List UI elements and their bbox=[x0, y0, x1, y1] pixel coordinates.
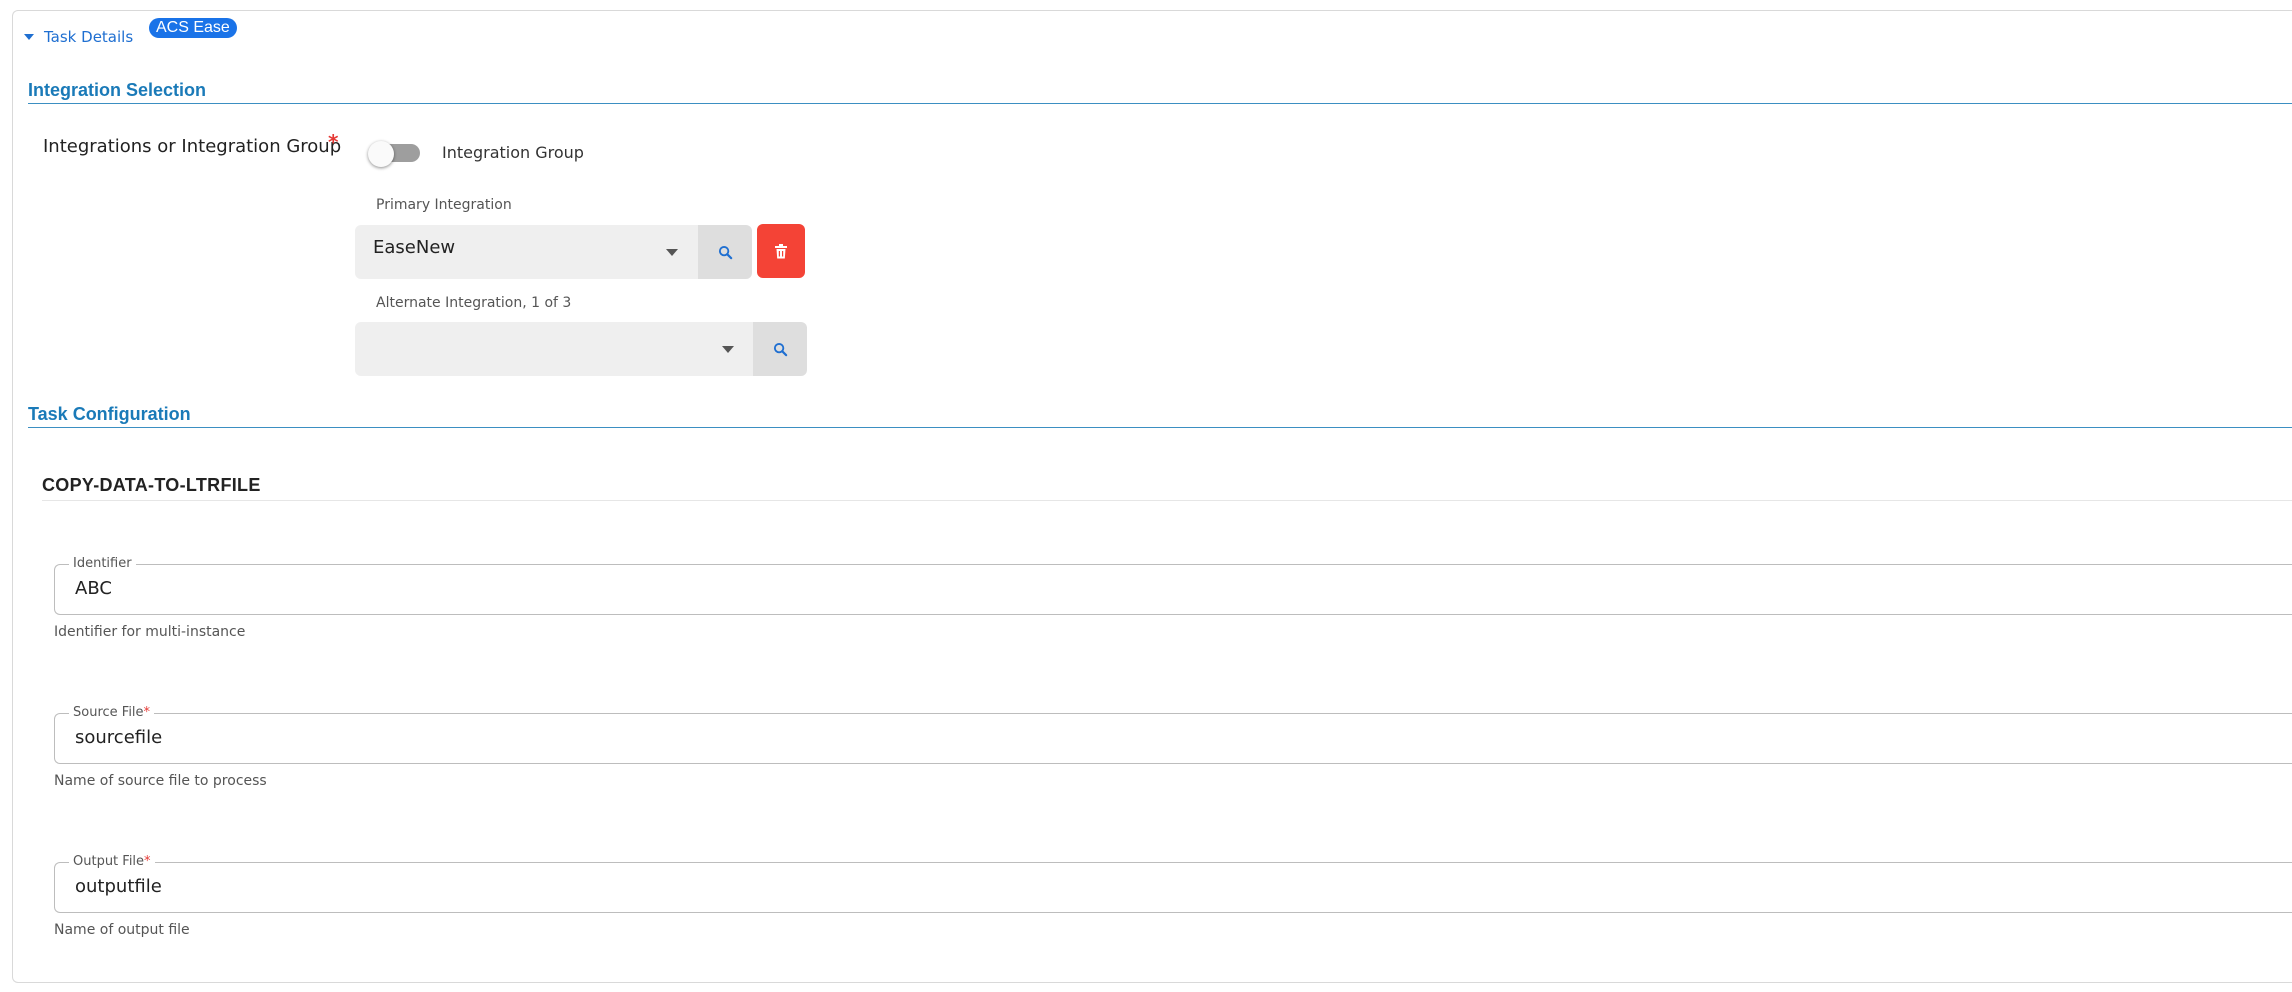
source-file-input[interactable]: sourcefile bbox=[75, 727, 162, 748]
search-icon bbox=[773, 342, 787, 356]
task-details-toggle[interactable]: Task Details bbox=[24, 28, 133, 46]
search-icon bbox=[718, 245, 732, 259]
alternate-integration-search-button[interactable] bbox=[753, 322, 807, 376]
delete-primary-integration-button[interactable] bbox=[757, 224, 805, 278]
task-details-title: Task Details bbox=[44, 28, 134, 46]
chevron-down-icon bbox=[722, 346, 734, 353]
caret-down-icon bbox=[24, 34, 34, 40]
alternate-integration-label: Alternate Integration, 1 of 3 bbox=[376, 295, 572, 311]
primary-integration-select[interactable]: EaseNew bbox=[355, 225, 699, 279]
identifier-helper-text: Identifier for multi-instance bbox=[54, 624, 246, 640]
integration-group-toggle[interactable] bbox=[368, 141, 424, 167]
integrations-field-label: Integrations or Integration Group bbox=[43, 136, 342, 157]
identifier-field[interactable]: Identifier ABC bbox=[54, 556, 2292, 615]
identifier-label: Identifier bbox=[69, 556, 136, 572]
section-title: Task Configuration bbox=[28, 404, 191, 424]
identifier-input[interactable]: ABC bbox=[75, 578, 112, 599]
primary-integration-label: Primary Integration bbox=[376, 197, 512, 213]
integration-badge: ACS Ease bbox=[149, 18, 237, 38]
divider bbox=[42, 500, 2292, 501]
output-file-input[interactable]: outputfile bbox=[75, 876, 162, 897]
integration-group-label: Integration Group bbox=[442, 143, 584, 162]
required-marker: * bbox=[328, 130, 339, 154]
required-marker: * bbox=[144, 854, 151, 869]
source-file-field[interactable]: Source File* sourcefile bbox=[54, 705, 2292, 764]
task-configuration-header: Task Configuration bbox=[28, 404, 2292, 428]
source-file-label: Source File* bbox=[69, 705, 155, 721]
section-title: Integration Selection bbox=[28, 80, 207, 100]
required-marker: * bbox=[143, 705, 151, 720]
primary-integration-search-button[interactable] bbox=[698, 225, 752, 279]
chevron-down-icon bbox=[666, 249, 678, 256]
primary-integration-value: EaseNew bbox=[373, 236, 456, 258]
task-name-heading: COPY-DATA-TO-LTRFILE bbox=[42, 475, 261, 495]
alternate-integration-select[interactable] bbox=[355, 322, 754, 376]
output-file-helper-text: Name of output file bbox=[54, 922, 190, 938]
trash-icon bbox=[775, 243, 787, 258]
source-file-helper-text: Name of source file to process bbox=[54, 773, 267, 789]
output-file-label: Output File* bbox=[69, 854, 155, 870]
task-details-panel bbox=[12, 10, 2292, 983]
integration-selection-header: Integration Selection bbox=[28, 80, 2292, 104]
toggle-knob bbox=[368, 141, 394, 167]
output-file-field[interactable]: Output File* outputfile bbox=[54, 854, 2292, 913]
